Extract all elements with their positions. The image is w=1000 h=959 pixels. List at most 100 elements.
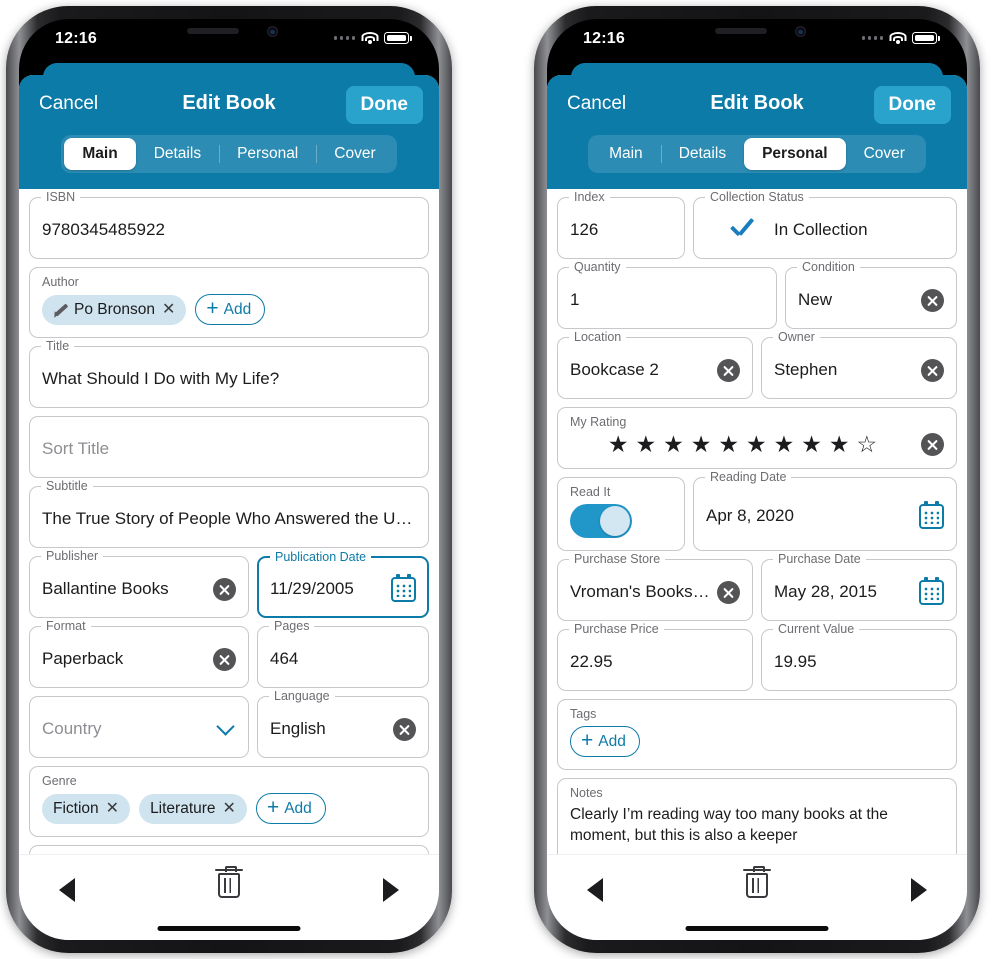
pages-field[interactable]: Pages 464: [257, 619, 429, 688]
edit-book-sheet-left: Cancel Edit Book Done Main Details Perso…: [19, 75, 439, 940]
tab-details[interactable]: Details: [136, 138, 219, 170]
close-x-icon[interactable]: ✕: [106, 800, 119, 817]
wifi-icon: [889, 32, 906, 44]
current-value-field[interactable]: Current Value 19.95: [761, 622, 957, 691]
star-filled-icon[interactable]: ★: [691, 432, 712, 456]
star-filled-icon[interactable]: ★: [608, 432, 629, 456]
my-rating-field[interactable]: My Rating ★ ★ ★ ★ ★ ★ ★ ★ ★ ☆: [557, 407, 957, 469]
star-filled-icon[interactable]: ★: [801, 432, 822, 456]
language-label: Language: [269, 689, 335, 703]
collection-status-field[interactable]: Collection Status In Collection: [693, 190, 957, 259]
tab-main[interactable]: Main: [591, 138, 661, 170]
add-genre-button[interactable]: + Add: [255, 793, 326, 824]
star-filled-icon[interactable]: ★: [718, 432, 739, 456]
star-filled-icon[interactable]: ★: [663, 432, 684, 456]
clear-circle-icon[interactable]: [717, 358, 740, 382]
close-x-icon[interactable]: ✕: [223, 800, 236, 817]
clear-circle-icon[interactable]: [921, 288, 944, 312]
add-tag-button[interactable]: + Add: [570, 726, 640, 757]
main-form: ISBN 9780345485922 Author Po Bronson ✕ +…: [19, 189, 439, 854]
read-it-toggle[interactable]: [570, 504, 632, 538]
sort-title-field[interactable]: Sort Title: [29, 416, 429, 478]
reading-date-field[interactable]: Reading Date Apr 8, 2020: [693, 470, 957, 551]
publication-date-field[interactable]: Publication Date 11/29/2005: [257, 550, 429, 618]
tab-personal[interactable]: Personal: [219, 138, 316, 170]
star-filled-icon[interactable]: ★: [746, 432, 767, 456]
genre-chip[interactable]: Fiction ✕: [42, 793, 131, 824]
publisher-label: Publisher: [41, 549, 104, 563]
isbn-value: 9780345485922: [42, 220, 165, 239]
tab-cover[interactable]: Cover: [846, 138, 923, 170]
notes-field[interactable]: Notes Clearly I’m reading way too many b…: [557, 778, 957, 854]
next-book-button[interactable]: [911, 878, 927, 902]
tab-personal[interactable]: Personal: [744, 138, 846, 170]
purchase-store-value: Vroman's Bookstore: [570, 582, 711, 601]
clear-circle-icon[interactable]: [393, 717, 416, 741]
country-field[interactable]: Country: [29, 696, 249, 758]
tags-field[interactable]: Tags + Add: [557, 699, 957, 770]
close-x-icon[interactable]: ✕: [162, 301, 175, 318]
genre-chip[interactable]: Literature ✕: [139, 793, 247, 824]
purchase-date-label: Purchase Date: [773, 552, 866, 566]
clear-circle-icon[interactable]: [717, 580, 740, 604]
done-button[interactable]: Done: [873, 86, 951, 124]
star-filled-icon[interactable]: ★: [829, 432, 850, 456]
clear-circle-icon[interactable]: [921, 432, 944, 456]
author-field[interactable]: Author Po Bronson ✕ + Add: [29, 267, 429, 338]
clear-circle-icon[interactable]: [921, 358, 944, 382]
tab-details[interactable]: Details: [660, 138, 744, 170]
tab-cover[interactable]: Cover: [316, 138, 393, 170]
star-filled-icon[interactable]: ★: [774, 432, 795, 456]
previous-book-button[interactable]: [587, 878, 603, 902]
country-placeholder: Country: [42, 719, 102, 738]
format-field[interactable]: Format Paperback: [29, 619, 249, 688]
author-chip[interactable]: Po Bronson ✕: [42, 294, 187, 325]
trash-icon[interactable]: [743, 865, 771, 898]
home-indicator: [157, 926, 301, 931]
previous-book-button[interactable]: [59, 878, 75, 902]
row-price-value: Purchase Price 22.95 Current Value 19.95: [557, 622, 957, 691]
trash-icon[interactable]: [215, 865, 243, 898]
index-field[interactable]: Index 126: [557, 190, 685, 259]
isbn-field[interactable]: ISBN 9780345485922: [29, 190, 429, 259]
row-publisher-pubdate: Publisher Ballantine Books Publication D…: [29, 549, 429, 618]
star-filled-icon[interactable]: ★: [636, 432, 657, 456]
subject-field[interactable]: Subject + Add: [29, 845, 429, 854]
condition-field[interactable]: Condition New: [785, 260, 957, 329]
subtitle-field[interactable]: Subtitle The True Story of People Who An…: [29, 479, 429, 548]
segmented-control-right: Main Details Personal Cover: [588, 135, 926, 173]
publication-date-label: Publication Date: [270, 550, 372, 564]
purchase-date-field[interactable]: Purchase Date May 28, 2015: [761, 552, 957, 621]
owner-field[interactable]: Owner Stephen: [761, 330, 957, 399]
add-author-button[interactable]: + Add: [195, 294, 266, 325]
language-field[interactable]: Language English: [257, 689, 429, 758]
battery-icon: [912, 32, 940, 44]
rating-stars[interactable]: ★ ★ ★ ★ ★ ★ ★ ★ ★ ☆: [608, 432, 878, 456]
quantity-field[interactable]: Quantity 1: [557, 260, 777, 329]
done-button[interactable]: Done: [345, 86, 423, 124]
edit-book-sheet-right: Cancel Edit Book Done Main Details Perso…: [547, 75, 967, 940]
row-notes: Notes Clearly I’m reading way too many b…: [557, 778, 957, 854]
star-empty-icon[interactable]: ☆: [857, 432, 878, 456]
title-field[interactable]: Title What Should I Do with My Life?: [29, 339, 429, 408]
genre-chip-label: Fiction: [53, 799, 99, 817]
calendar-icon[interactable]: [919, 576, 944, 605]
row-subject: Subject + Add: [29, 845, 429, 854]
clear-circle-icon[interactable]: [213, 577, 236, 601]
purchase-price-field[interactable]: Purchase Price 22.95: [557, 622, 753, 691]
read-it-field[interactable]: Read It: [557, 477, 685, 551]
clear-circle-icon[interactable]: [213, 647, 236, 671]
genre-field[interactable]: Genre Fiction ✕ Literature ✕ + Add: [29, 766, 429, 837]
publisher-field[interactable]: Publisher Ballantine Books: [29, 549, 249, 618]
chevron-down-icon[interactable]: [216, 716, 235, 736]
condition-label: Condition: [797, 260, 860, 274]
row-author: Author Po Bronson ✕ + Add: [29, 267, 429, 338]
author-chip-label: Po Bronson: [74, 300, 155, 318]
next-book-button[interactable]: [383, 878, 399, 902]
tab-main[interactable]: Main: [64, 138, 136, 170]
purchase-store-field[interactable]: Purchase Store Vroman's Bookstore: [557, 552, 753, 621]
location-field[interactable]: Location Bookcase 2: [557, 330, 753, 399]
calendar-icon[interactable]: [919, 500, 944, 529]
subtitle-value: The True Story of People Who Answered th…: [42, 509, 416, 528]
calendar-icon[interactable]: [391, 573, 416, 602]
